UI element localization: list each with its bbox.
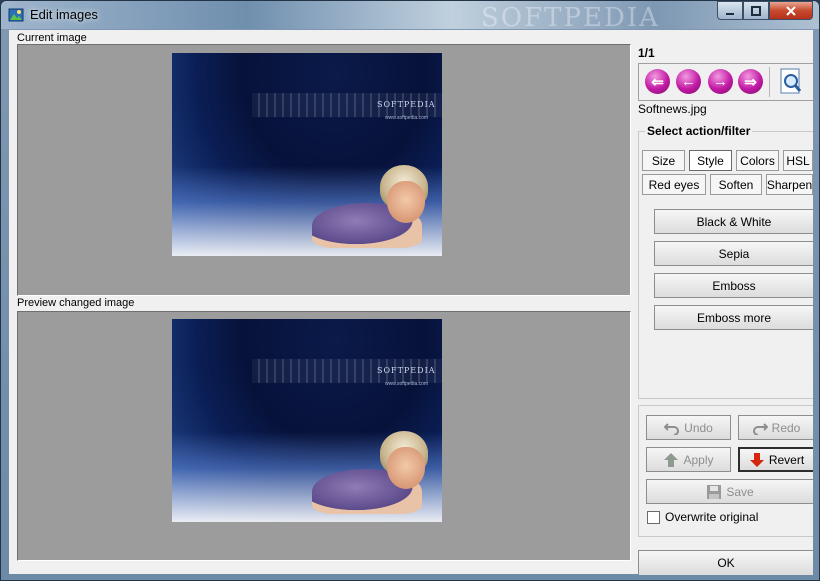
apply-arrow-up-icon [664,452,679,467]
undo-label: Undo [684,420,713,435]
tab-colors[interactable]: Colors [736,150,779,171]
next-image-button[interactable]: → [708,69,733,94]
preview-image-photo: SOFTPEDIA www.softpedia.com [172,319,442,522]
window-title: Edit images [30,7,98,22]
image-counter: 1/1 [638,46,655,60]
overwrite-original-label: Overwrite original [665,510,759,524]
revert-label: Revert [768,452,805,467]
edit-images-window: Edit images SOFTPEDIA Current image SOFT… [0,0,820,581]
preview-photo-logo: SOFTPEDIA [377,366,436,375]
left-arrow-icon: ← [681,73,696,90]
dialog-client-area: Current image SOFTPEDIA www.softpedia.co… [9,30,813,575]
save-label: Save [726,484,754,499]
tab-hsl[interactable]: HSL [783,150,813,171]
sepia-button[interactable]: Sepia [654,241,813,266]
preview-image-panel: SOFTPEDIA www.softpedia.com [17,311,631,561]
undo-icon [664,422,680,435]
photo-url: www.softpedia.com [385,115,429,121]
ok-button[interactable]: OK [638,550,813,575]
emboss-button[interactable]: Emboss [654,273,813,298]
toolbar-separator [769,67,770,97]
current-image-label: Current image [17,32,87,44]
preview-photo-url: www.softpedia.com [385,381,429,387]
minimize-icon [726,12,734,15]
navigation-toolbar: ⇐ ← → ⇒ [638,63,813,101]
redo-button[interactable]: Redo [738,415,813,440]
photo-figure-face [387,181,425,223]
tab-size[interactable]: Size [642,150,685,171]
photo-logo: SOFTPEDIA [377,100,436,109]
image-filename: Softnews.jpg [638,102,707,116]
revert-button[interactable]: Revert [738,447,813,472]
maximize-button[interactable] [743,1,769,20]
zoom-preview-icon[interactable] [779,68,803,96]
overwrite-original-row[interactable]: Overwrite original [647,510,758,524]
revert-arrow-down-icon [749,452,764,467]
double-right-arrow-icon: ⇒ [744,73,757,91]
maximize-icon [751,5,761,16]
app-icon [8,8,24,22]
tab-soften[interactable]: Soften [710,174,762,195]
black-white-button[interactable]: Black & White [654,209,813,234]
overwrite-original-checkbox[interactable] [647,510,660,524]
right-arrow-icon: → [713,73,728,90]
redo-icon [752,422,768,435]
apply-button[interactable]: Apply [646,447,731,472]
preview-image-label: Preview changed image [17,297,135,309]
undo-button[interactable]: Undo [646,415,731,440]
double-left-arrow-icon: ⇐ [651,73,664,91]
first-image-button[interactable]: ⇐ [645,69,670,94]
minimize-button[interactable] [717,1,743,20]
previous-image-button[interactable]: ← [676,69,701,94]
emboss-more-button[interactable]: Emboss more [654,305,813,330]
title-bar[interactable]: Edit images SOFTPEDIA [1,1,819,33]
tab-sharpen[interactable]: Sharpen [766,174,813,195]
current-image-photo: SOFTPEDIA www.softpedia.com [172,53,442,256]
filter-group-title: Select action/filter [645,124,753,138]
close-icon [786,5,796,16]
preview-photo-figure-face [387,447,425,489]
title-watermark: SOFTPEDIA [481,3,660,33]
tab-red-eyes[interactable]: Red eyes [642,174,706,195]
current-image-panel: SOFTPEDIA www.softpedia.com [17,44,631,296]
redo-label: Redo [771,420,801,435]
apply-label: Apply [683,452,714,467]
tab-style[interactable]: Style [689,150,732,171]
save-button[interactable]: Save [646,479,813,504]
save-disk-icon [707,484,722,499]
last-image-button[interactable]: ⇒ [738,69,763,94]
close-button[interactable] [769,1,813,20]
